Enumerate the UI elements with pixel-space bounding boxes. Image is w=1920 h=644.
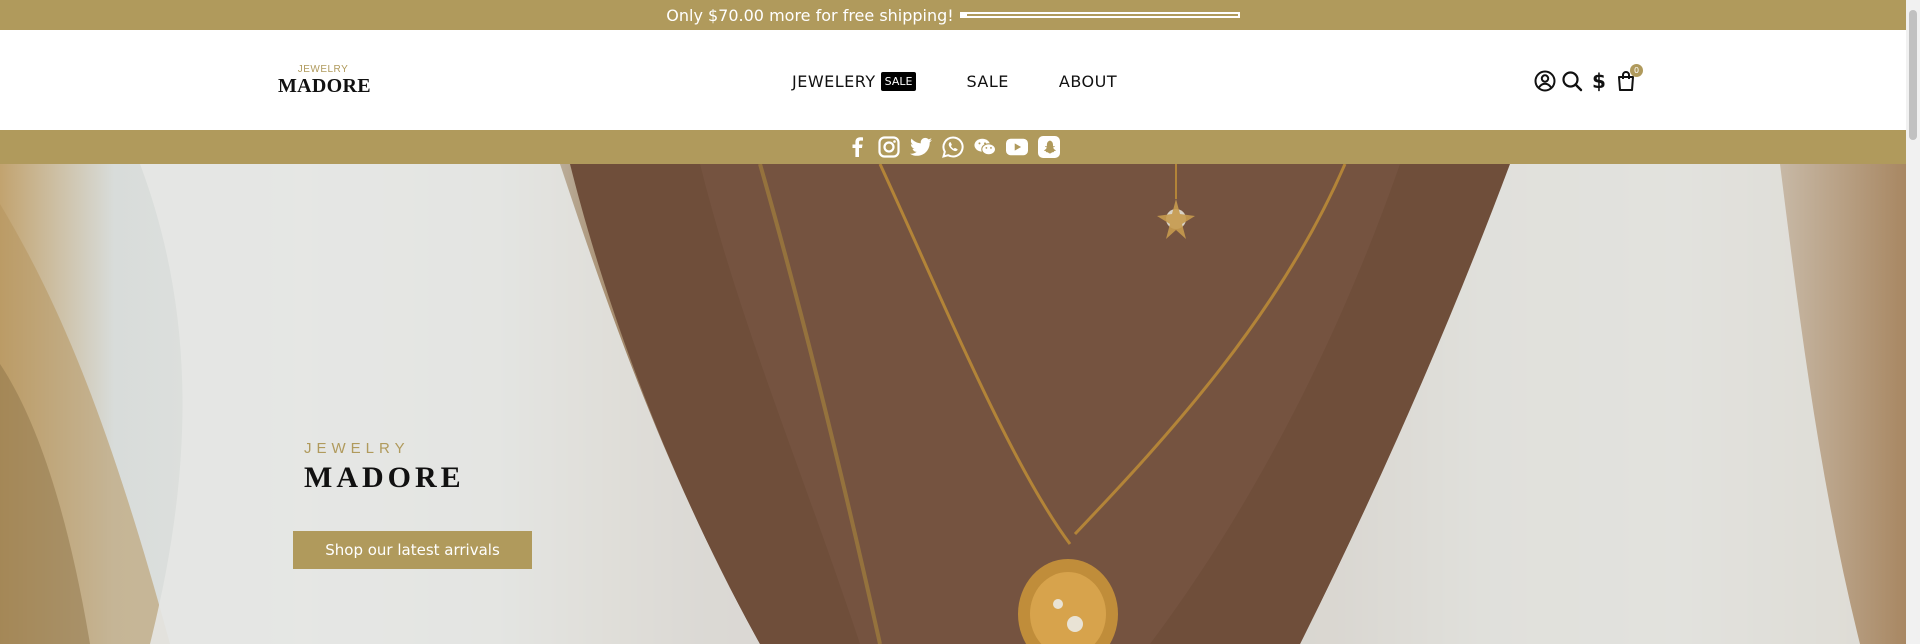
free-shipping-progress-fill: [961, 14, 968, 16]
free-shipping-message: Only $70.00 more for free shipping!: [666, 5, 954, 25]
cart-icon[interactable]: 0: [1615, 64, 1643, 94]
search-icon[interactable]: [1561, 68, 1583, 94]
hero-title: MADORE: [304, 461, 465, 494]
site-logo[interactable]: JEWELRY MADORE: [278, 64, 371, 97]
logo-wordmark: MADORE: [278, 75, 371, 97]
logo-tagline: JEWELRY: [297, 64, 349, 75]
currency-symbol: $: [1592, 69, 1606, 93]
nav-item-sale[interactable]: SALE: [966, 72, 1008, 91]
twitter-icon[interactable]: [910, 136, 932, 158]
sale-badge: SALE: [880, 71, 917, 91]
account-icon[interactable]: [1534, 68, 1556, 94]
scrollbar-thumb[interactable]: [1909, 10, 1917, 140]
nav-item-label: JEWELERY: [792, 71, 876, 91]
cart-count-badge: 0: [1630, 64, 1643, 77]
social-bar: [0, 130, 1906, 164]
header-actions: $ 0: [1534, 64, 1643, 94]
facebook-icon[interactable]: [846, 136, 868, 158]
snapchat-icon[interactable]: [1038, 136, 1060, 158]
main-nav: JEWELERY SALE SALE ABOUT: [792, 68, 1117, 94]
youtube-icon[interactable]: [1006, 136, 1028, 158]
announcement-bar: Only $70.00 more for free shipping!: [0, 0, 1906, 30]
instagram-icon[interactable]: [878, 136, 900, 158]
hero-tagline: JEWELRY: [304, 440, 410, 457]
currency-icon[interactable]: $: [1588, 68, 1610, 94]
hero-heading: JEWELRY MADORE: [304, 440, 465, 495]
page-scrollbar[interactable]: [1906, 0, 1920, 644]
whatsapp-icon[interactable]: [942, 136, 964, 158]
nav-item-about[interactable]: ABOUT: [1059, 72, 1117, 91]
hero-banner: JEWELRY MADORE Shop our latest arrivals: [0, 164, 1906, 644]
wechat-icon[interactable]: [974, 136, 996, 158]
free-shipping-progress: [959, 12, 1240, 18]
shop-latest-arrivals-button[interactable]: Shop our latest arrivals: [293, 531, 532, 569]
site-header: JEWELRY MADORE JEWELERY SALE SALE ABOUT …: [0, 30, 1906, 130]
hero-jewelry-photo: [0, 164, 1860, 644]
nav-item-jewelery[interactable]: JEWELERY SALE: [792, 71, 917, 91]
